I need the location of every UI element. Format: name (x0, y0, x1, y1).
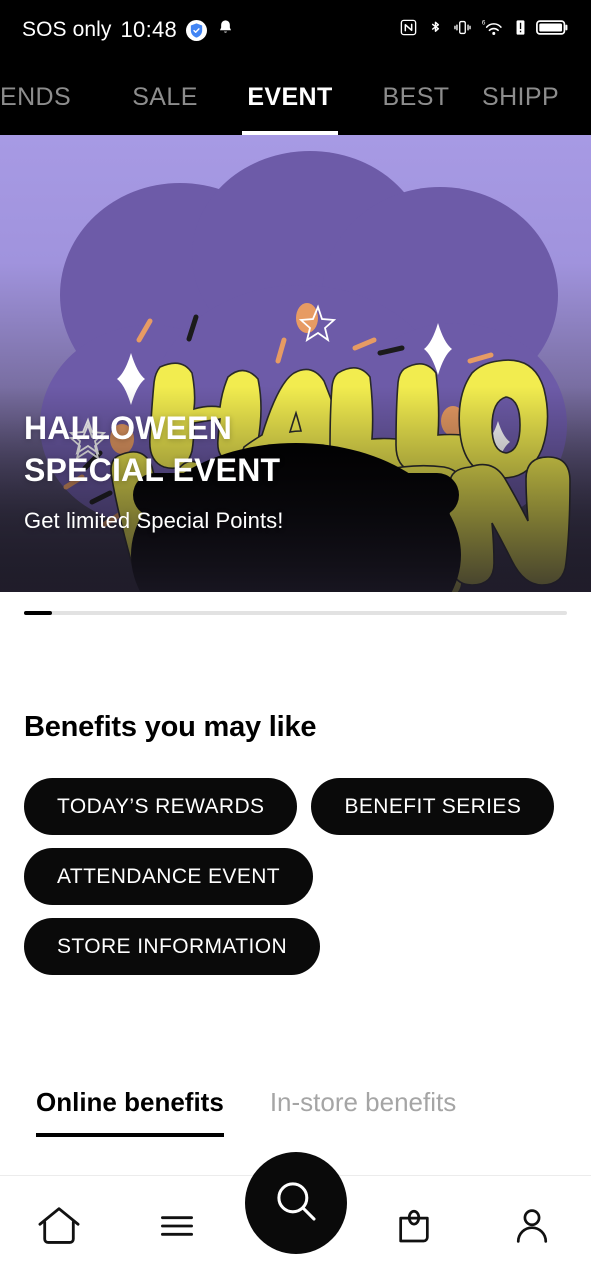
banner-title: HALLOWEEN SPECIAL EVENT (24, 407, 283, 492)
tab-label: BEST (382, 83, 450, 111)
tab-ends[interactable]: ENDS (0, 60, 100, 135)
tab-label: SALE (132, 83, 198, 111)
carousel-progress-track[interactable] (24, 611, 567, 615)
shopping-bag-icon (389, 1201, 439, 1256)
chip-todays-rewards[interactable]: TODAY’S REWARDS (24, 778, 298, 835)
nav-home[interactable] (11, 1188, 107, 1268)
search-fab-button[interactable] (244, 1152, 347, 1254)
app-screen: SOS only 10:48 6 ENDS SALE EVENT BEST SH… (0, 0, 591, 1280)
tab-label: SHIPP (482, 83, 560, 111)
chip-attendance-event[interactable]: ATTENDANCE EVENT (24, 848, 314, 905)
clock-label: 10:48 (120, 17, 178, 42)
vibrate-icon (453, 18, 472, 42)
signal-alert-icon (514, 18, 527, 42)
home-icon (33, 1200, 85, 1257)
tab-sale[interactable]: SALE (100, 60, 230, 135)
tab-label: EVENT (247, 83, 333, 111)
svg-text:6: 6 (482, 19, 486, 26)
nav-profile[interactable] (484, 1188, 580, 1268)
benefits-heading: Benefits you may like (24, 711, 317, 743)
bell-icon (216, 18, 235, 42)
nfc-icon (399, 18, 418, 42)
bluetooth-icon (427, 18, 444, 43)
tab-event[interactable]: EVENT (230, 60, 350, 135)
banner-subtitle: Get limited Special Points! (24, 508, 284, 533)
status-bar: SOS only 10:48 6 (0, 0, 591, 60)
wifi-6g-icon: 6 (481, 18, 505, 42)
category-tab-bar[interactable]: ENDS SALE EVENT BEST SHIPP (0, 60, 591, 135)
carrier-label: SOS only (22, 18, 112, 41)
shield-icon (186, 19, 208, 41)
banner-title-line2: SPECIAL EVENT (24, 452, 281, 489)
tab-online-benefits[interactable]: Online benefits (36, 1087, 224, 1137)
hero-banner[interactable]: HALLOWEEN SPECIAL EVENT Get limited Spec… (0, 135, 591, 592)
tab-best[interactable]: BEST (350, 60, 482, 135)
nav-bag[interactable] (366, 1188, 462, 1268)
tab-shipping[interactable]: SHIPP (482, 60, 591, 135)
banner-copy: HALLOWEEN SPECIAL EVENT Get limited Spec… (24, 407, 283, 534)
tab-instore-benefits[interactable]: In-store benefits (270, 1087, 456, 1137)
chip-store-information[interactable]: STORE INFORMATION (24, 918, 321, 975)
search-icon (269, 1174, 323, 1233)
status-bar-right: 6 (399, 18, 569, 43)
tab-label: ENDS (0, 83, 72, 111)
battery-icon (536, 18, 569, 42)
banner-title-line1: HALLOWEEN (24, 409, 233, 446)
chip-benefit-series[interactable]: BENEFIT SERIES (311, 778, 555, 835)
status-bar-left: SOS only 10:48 (22, 17, 235, 43)
menu-icon (152, 1201, 202, 1256)
carousel-progress-fill (24, 611, 52, 615)
profile-icon (507, 1201, 557, 1256)
nav-menu[interactable] (129, 1188, 225, 1268)
benefit-tab-bar: Online benefits In-store benefits (36, 1087, 456, 1137)
benefit-chip-group: TODAY’S REWARDS BENEFIT SERIES ATTENDANC… (24, 778, 569, 975)
